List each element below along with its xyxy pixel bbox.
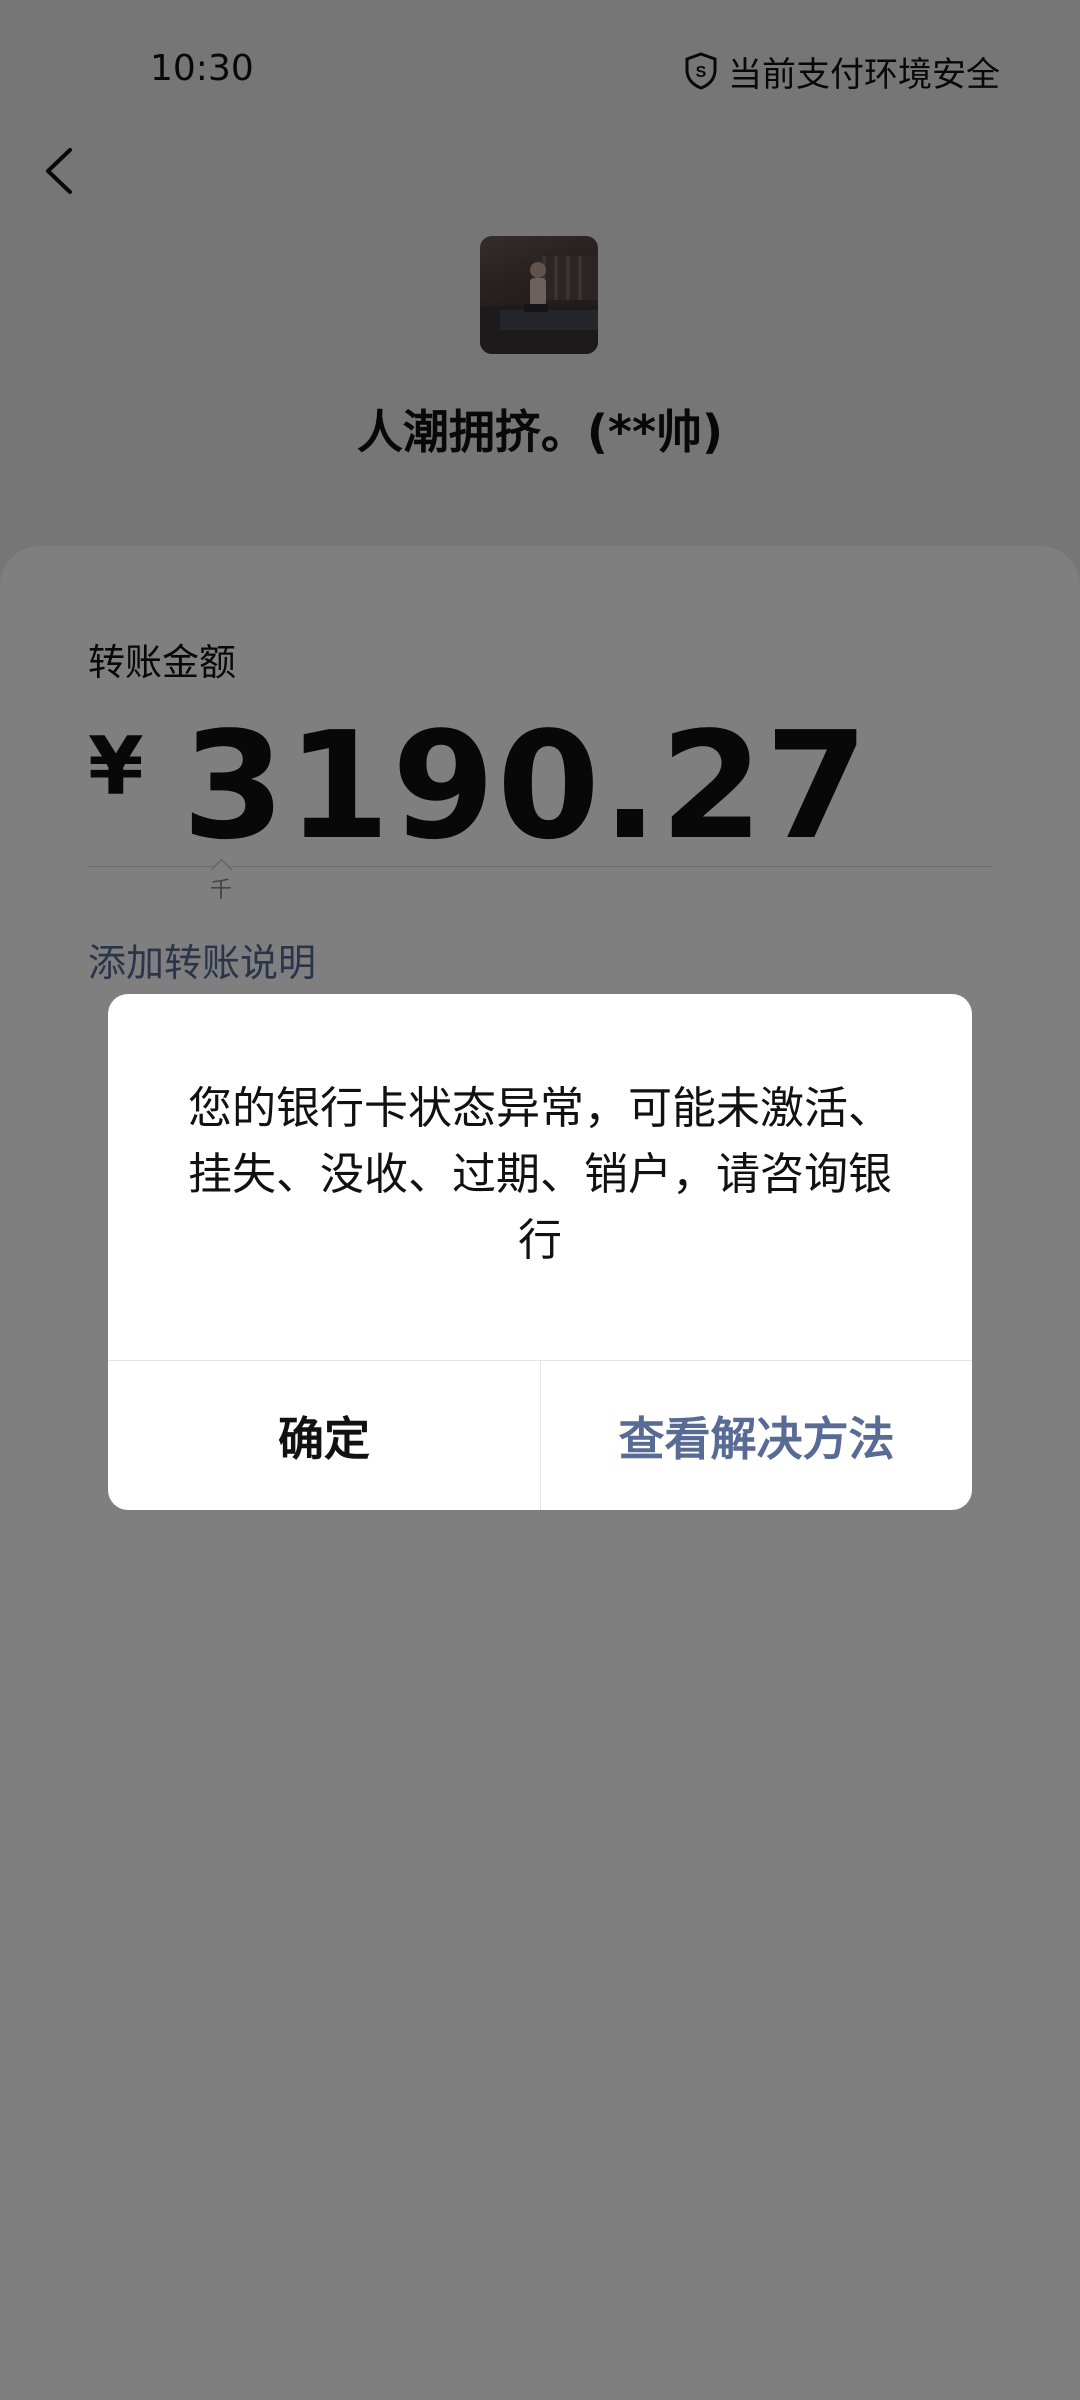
- dialog-message: 您的银行卡状态异常，可能未激活、挂失、没收、过期、销户，请咨询银行: [188, 1083, 892, 1266]
- confirm-button[interactable]: 确定: [108, 1361, 540, 1510]
- bank-card-error-dialog: 您的银行卡状态异常，可能未激活、挂失、没收、过期、销户，请咨询银行 确定 查看解…: [108, 994, 972, 1510]
- view-solution-button[interactable]: 查看解决方法: [541, 1361, 972, 1510]
